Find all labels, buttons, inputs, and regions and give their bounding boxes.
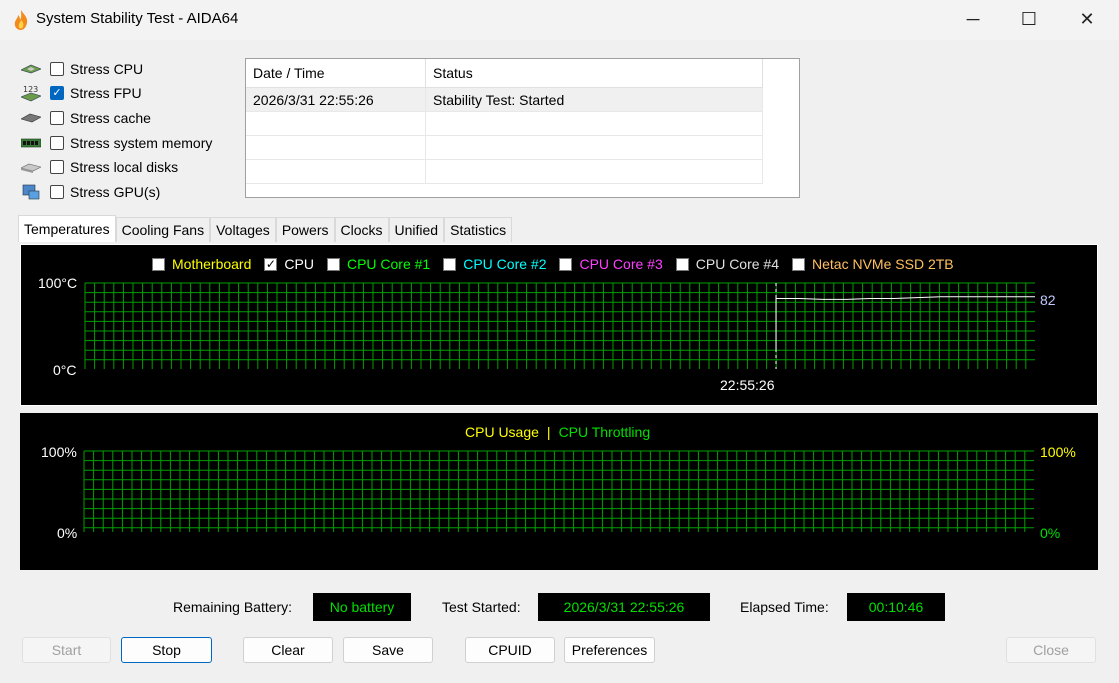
column-header-status[interactable]: Status — [425, 59, 763, 88]
stress-memory-label: Stress system memory — [70, 135, 213, 151]
close-icon: ✕ — [1079, 8, 1095, 29]
minimize-icon: ─ — [966, 8, 980, 29]
maximize-button[interactable]: ☐ — [1006, 0, 1052, 38]
cpu-current-value: 82 — [1040, 292, 1056, 308]
cpuid-button[interactable]: CPUID — [465, 637, 555, 663]
remaining-battery-value: No battery — [313, 593, 411, 621]
table-row[interactable] — [246, 111, 763, 136]
disk-drive-icon — [20, 158, 42, 176]
status-log-table[interactable]: Date / Time Status 2026/3/31 22:55:26 St… — [245, 58, 800, 198]
save-button[interactable]: Save — [343, 637, 433, 663]
aida64-flame-icon — [14, 10, 28, 30]
close-window-button[interactable]: ✕ — [1064, 0, 1110, 38]
table-row[interactable]: 2026/3/31 22:55:26 Stability Test: Start… — [246, 87, 763, 112]
tab-voltages[interactable]: Voltages — [210, 217, 276, 242]
cpu-chip-icon — [20, 60, 42, 78]
tab-statistics[interactable]: Statistics — [444, 217, 513, 242]
cpu-usage-graph-panel: CPU Usage | CPU Throttling 100% 0% 100% … — [20, 413, 1098, 570]
log-status-cell — [425, 111, 763, 136]
graph-tabs: Temperatures Cooling Fans Voltages Power… — [18, 215, 513, 242]
stress-memory-option[interactable]: Stress system memory — [20, 132, 212, 154]
fpu-numbers-icon: 123 — [20, 84, 42, 102]
memory-module-icon — [20, 134, 42, 152]
stress-fpu-option[interactable]: 123 Stress FPU — [20, 82, 142, 104]
log-status-cell: Stability Test: Started — [425, 87, 763, 112]
svg-text:123: 123 — [23, 85, 38, 94]
log-datetime-cell — [246, 111, 426, 136]
stress-cpu-checkbox[interactable] — [50, 62, 64, 76]
stress-disks-label: Stress local disks — [70, 159, 179, 175]
stress-disks-option[interactable]: Stress local disks — [20, 156, 178, 178]
stress-fpu-checkbox[interactable] — [50, 86, 64, 100]
log-datetime-cell — [246, 135, 426, 160]
stress-disks-checkbox[interactable] — [50, 160, 64, 174]
close-button[interactable]: Close — [1006, 637, 1096, 663]
window-title: System Stability Test - AIDA64 — [36, 10, 239, 27]
stress-cpu-label: Stress CPU — [70, 61, 144, 77]
cache-chip-icon — [20, 109, 42, 127]
temperature-graph-panel: Motherboard ✓ CPU CPU Core #1 CPU Core #2… — [20, 244, 1098, 406]
tab-cooling-fans[interactable]: Cooling Fans — [115, 217, 211, 242]
remaining-battery-label: Remaining Battery: — [173, 599, 293, 615]
stop-button[interactable]: Stop — [121, 637, 212, 663]
time-marker-label: 22:55:26 — [720, 377, 775, 393]
tab-clocks[interactable]: Clocks — [334, 217, 389, 242]
stress-gpu-label: Stress GPU(s) — [70, 184, 161, 200]
minimize-button[interactable]: ─ — [950, 0, 996, 38]
stress-cache-checkbox[interactable] — [50, 111, 64, 125]
log-status-cell — [425, 135, 763, 160]
table-header-row: Date / Time Status — [246, 59, 763, 88]
stress-gpu-checkbox[interactable] — [50, 185, 64, 199]
grid-lines — [84, 282, 1035, 369]
cpu-usage-plot — [83, 450, 1034, 532]
column-header-datetime[interactable]: Date / Time — [246, 59, 426, 88]
tab-temperatures[interactable]: Temperatures — [18, 215, 116, 242]
log-datetime-cell — [246, 159, 426, 184]
start-button[interactable]: Start — [22, 637, 111, 663]
grid-lines — [83, 450, 1034, 532]
table-row[interactable] — [246, 159, 763, 184]
stress-cpu-option[interactable]: Stress CPU — [20, 58, 143, 80]
gpu-card-icon — [20, 183, 42, 201]
tab-powers[interactable]: Powers — [275, 217, 335, 242]
elapsed-time-value: 00:10:46 — [847, 593, 945, 621]
table-row[interactable] — [246, 135, 763, 160]
stress-cache-option[interactable]: Stress cache — [20, 107, 151, 129]
test-started-value: 2026/3/31 22:55:26 — [538, 593, 710, 621]
stress-cache-label: Stress cache — [70, 110, 151, 126]
elapsed-time-label: Elapsed Time: — [740, 599, 829, 615]
temperature-plot — [84, 282, 1035, 369]
stress-memory-checkbox[interactable] — [50, 136, 64, 150]
log-status-cell — [425, 159, 763, 184]
test-started-label: Test Started: — [442, 599, 521, 615]
preferences-button[interactable]: Preferences — [564, 637, 655, 663]
maximize-icon: ☐ — [1020, 8, 1038, 29]
stress-gpu-option[interactable]: Stress GPU(s) — [20, 181, 160, 203]
stress-fpu-label: Stress FPU — [70, 85, 142, 101]
tab-unified[interactable]: Unified — [388, 217, 445, 242]
log-datetime-cell: 2026/3/31 22:55:26 — [246, 87, 426, 112]
clear-button[interactable]: Clear — [243, 637, 333, 663]
